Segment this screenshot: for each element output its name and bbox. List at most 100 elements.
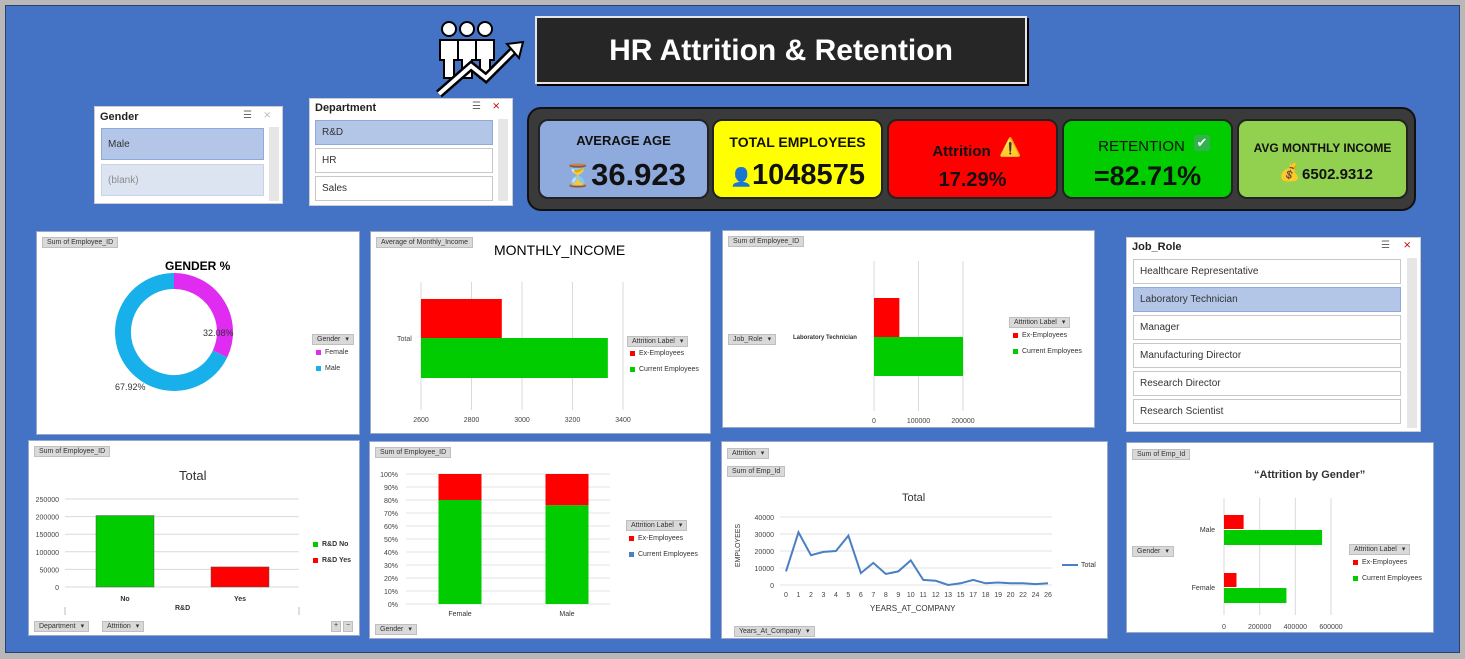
slicer-item-rnd[interactable]: R&D — [315, 120, 493, 145]
kpi-attrition-label: Attrition — [932, 143, 991, 160]
slicer-item-laboratory-technician[interactable]: Laboratory Technician — [1133, 287, 1401, 312]
job-role-slicer-title: Job_Role — [1132, 241, 1182, 253]
x-tick-label: 200000 — [1248, 624, 1271, 631]
slicer-item-manufacturing-director[interactable]: Manufacturing Director — [1133, 343, 1401, 368]
expand-field-button[interactable]: + — [331, 621, 341, 632]
clear-filter-icon[interactable]: ⨯ — [263, 110, 271, 121]
multi-select-icon[interactable]: ☰ — [472, 101, 481, 112]
y-tick-label: 0 — [55, 585, 59, 592]
x-tick-label: 13 — [944, 592, 952, 599]
x-tick-label: 17 — [969, 592, 977, 599]
legend-current-employees: Current Employees — [630, 366, 699, 373]
y-tick-label: 60% — [384, 524, 398, 531]
clear-filter-icon[interactable]: ⨯ — [1403, 240, 1411, 251]
bar-current-employees — [874, 337, 963, 376]
x-tick-label: 9 — [896, 592, 900, 599]
axis-button-gender[interactable]: Gender ▾ — [1132, 546, 1174, 557]
y-tick-label: 40% — [384, 550, 398, 557]
axis-button-job-role[interactable]: Job_Role ▾ — [728, 334, 777, 345]
years-at-company-chart: Attrition ▾ Sum of Emp_Id Total 0 10000 200… — [721, 441, 1108, 639]
kpi-average-age: AVERAGE AGE ⏳ 36.923 — [538, 119, 709, 199]
legend-button-attrition-label[interactable]: Attrition Label ▾ — [1349, 544, 1411, 555]
kpi-attrition-value: 17.29% — [938, 169, 1007, 191]
x-tick-label: 3000 — [514, 417, 530, 424]
y-tick-label: 10% — [384, 589, 398, 596]
department-slicer-title: Department — [315, 102, 377, 114]
y-tick-label: 70% — [384, 511, 398, 518]
legend-current-employees: Current Employees — [1353, 575, 1422, 582]
y-tick-label: 50% — [384, 537, 398, 544]
slicer-scrollbar[interactable] — [1407, 258, 1417, 428]
slicer-item-research-scientist[interactable]: Research Scientist — [1133, 399, 1401, 424]
years-ylabel: EMPLOYEES — [735, 523, 743, 568]
bar-current-female — [1224, 588, 1287, 603]
y-tick-label: 20000 — [755, 549, 775, 556]
kpi-retention: RETENTION ✔ =82.71% — [1062, 119, 1233, 199]
slicer-item-hr[interactable]: HR — [315, 148, 493, 173]
y-tick-label: 10000 — [755, 566, 775, 573]
slicer-item-research-director[interactable]: Research Director — [1133, 371, 1401, 396]
slicer-item-blank[interactable]: (blank) — [101, 164, 264, 196]
x-tick-label: 1 — [797, 592, 801, 599]
y-tick-label: 250000 — [36, 497, 59, 504]
collapse-field-button[interactable]: − — [343, 621, 353, 632]
legend-button-gender[interactable]: Gender ▾ — [312, 334, 354, 345]
bar-current-female — [438, 500, 482, 604]
slicer-item-sales[interactable]: Sales — [315, 176, 493, 201]
gender-slicer-title: Gender — [100, 111, 139, 123]
clear-filter-icon[interactable]: ⨯ — [492, 101, 500, 112]
legend-button-attrition-label[interactable]: Attrition Label ▾ — [627, 336, 689, 347]
x-tick-label: 11 — [920, 592, 927, 599]
x-tick-label: 15 — [957, 592, 965, 599]
x-tick-label: 19 — [994, 592, 1002, 599]
legend-rnd-no: R&D No — [313, 541, 348, 548]
legend-ex-employees: Ex-Employees — [1353, 559, 1407, 566]
gender-slicer: Gender ☰ ⨯ Male (blank) — [94, 106, 283, 204]
x-tick-label: Male — [559, 611, 574, 618]
legend-ex-employees: Ex-Employees — [630, 350, 684, 357]
x-tick-label: 22 — [1019, 592, 1027, 599]
multi-select-icon[interactable]: ☰ — [243, 110, 252, 121]
x-tick-label: 18 — [982, 592, 990, 599]
people-growth-icon — [431, 16, 526, 98]
legend-total: Total — [1062, 562, 1096, 569]
x-tick-label: 12 — [932, 592, 940, 599]
slicer-item-male[interactable]: Male — [101, 128, 264, 160]
job-role-chart: Sum of Employee_ID 0 100000 200000 Laborato… — [722, 230, 1095, 428]
y-tick-label: 20% — [384, 576, 398, 583]
filter-button-department[interactable]: Department ▾ — [34, 621, 90, 632]
bar-current-male — [545, 505, 589, 604]
x-tick-label: 0 — [784, 592, 788, 599]
axis-button-years-at-company[interactable]: Years_At_Company ▾ — [734, 626, 815, 637]
bar-ex-male — [545, 474, 589, 506]
legend-rnd-yes: R&D Yes — [313, 557, 351, 564]
category-label-total: Total — [397, 336, 412, 343]
legend-button-attrition-label[interactable]: Attrition Label ▾ — [1009, 317, 1071, 328]
x-tick-label: 7 — [871, 592, 875, 599]
filter-button-attrition[interactable]: Attrition ▾ — [102, 621, 145, 632]
years-xlabel: YEARS_AT_COMPANY — [870, 604, 956, 613]
category-label-female: Female — [1192, 585, 1215, 592]
check-icon: ✔ — [1194, 135, 1210, 151]
gender-stacked-chart: Sum of Employee_ID 0% 10% 20% 30% 40% 50% 60% 7… — [369, 441, 711, 639]
slicer-item-manager[interactable]: Manager — [1133, 315, 1401, 340]
dashboard-title: HR Attrition & Retention — [609, 34, 953, 67]
x-tick-label: 24 — [1032, 592, 1040, 599]
multi-select-icon[interactable]: ☰ — [1381, 240, 1390, 251]
legend-button-attrition-label[interactable]: Attrition Label ▾ — [626, 520, 688, 531]
axis-button-gender[interactable]: Gender ▾ — [375, 624, 417, 635]
bar-no — [95, 515, 155, 588]
slicer-item-healthcare-representative[interactable]: Healthcare Representative — [1133, 259, 1401, 284]
kpi-total-employees: TOTAL EMPLOYEES 👤 1048575 — [712, 119, 883, 199]
slicer-scrollbar[interactable] — [269, 127, 279, 201]
legend-ex-employees: Ex-Employees — [629, 535, 683, 542]
x-tick-label: 0 — [872, 418, 876, 425]
x-tick-label: 10 — [907, 592, 915, 599]
gender-pct-chart: Sum of Employee_ID GENDER % 32.08% 67.92%… — [36, 231, 360, 435]
dashboard-frame: HR Attrition & Retention Gender ☰ ⨯ Male… — [0, 0, 1465, 659]
x-tick-label: 8 — [884, 592, 888, 599]
legend-ex-employees: Ex-Employees — [1013, 332, 1067, 339]
y-tick-label: 100% — [380, 472, 398, 479]
bar-ex-employees — [874, 298, 900, 337]
slicer-scrollbar[interactable] — [498, 119, 508, 201]
